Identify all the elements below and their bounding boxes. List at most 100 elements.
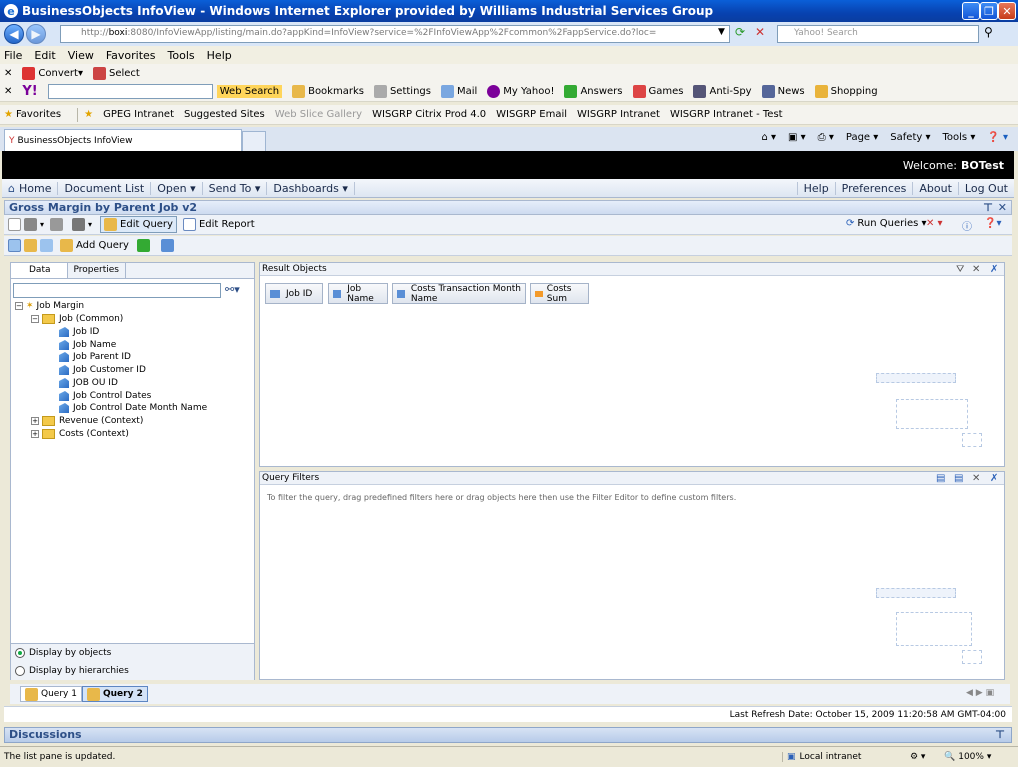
- object-search-input[interactable]: [13, 283, 221, 298]
- browser-tab[interactable]: Y BusinessObjects InfoView: [4, 129, 242, 151]
- expand-icon[interactable]: ⊤: [995, 728, 1005, 742]
- feeds-icon[interactable]: ▣ ▾: [788, 132, 806, 143]
- nav-home[interactable]: ⌂ Home: [2, 181, 59, 195]
- remove-all-icon[interactable]: ✗: [990, 264, 998, 276]
- fav-wisgrp-citrix[interactable]: WISGRP Citrix Prod 4.0: [372, 109, 486, 120]
- nav-send-to[interactable]: Send To ▾: [203, 181, 268, 195]
- tree-folder-job-common[interactable]: − Job (Common): [31, 313, 123, 325]
- fav-suggested-sites[interactable]: Suggested Sites: [184, 109, 265, 120]
- menu-help[interactable]: Help: [207, 49, 232, 62]
- cancel-query-icon[interactable]: ✕ ▾: [926, 218, 943, 229]
- yahoo-logo-icon[interactable]: Y!: [22, 84, 37, 99]
- result-chip-costs-month-name[interactable]: Costs Transaction Month Name: [392, 283, 526, 304]
- save-icon[interactable]: [24, 218, 37, 231]
- close-button[interactable]: ✕: [998, 2, 1016, 20]
- nav-dashboards[interactable]: Dashboards ▾: [267, 181, 355, 195]
- run-queries-button[interactable]: ⟳ Run Queries ▾: [846, 218, 927, 229]
- protected-mode-icon[interactable]: ⚙ ▾: [906, 752, 929, 762]
- nav-log-out[interactable]: Log Out: [957, 181, 1014, 195]
- shopping-button[interactable]: Shopping: [814, 85, 878, 98]
- nav-open[interactable]: Open ▾: [151, 181, 203, 195]
- forward-arrow-icon[interactable]: ▶: [26, 24, 46, 44]
- menu-favorites[interactable]: Favorites: [106, 49, 156, 62]
- collapse-icon[interactable]: −: [15, 302, 23, 310]
- tree-item-job-name[interactable]: Job Name: [59, 339, 116, 351]
- tree-item-job-control-date-month-name[interactable]: Job Control Date Month Name: [59, 402, 207, 414]
- stop-icon[interactable]: ✕: [755, 25, 765, 39]
- add-favorite-icon[interactable]: ★: [84, 109, 93, 120]
- nav-help[interactable]: Help: [796, 181, 835, 195]
- help-icon[interactable]: ❓ ▾: [987, 132, 1008, 143]
- toolbar-close-icon[interactable]: ✕: [4, 68, 12, 79]
- remove-icon[interactable]: ✕: [972, 473, 980, 485]
- print-icon[interactable]: [50, 218, 64, 231]
- tree-item-job-id[interactable]: Job ID: [59, 326, 99, 338]
- new-tab-button[interactable]: [242, 131, 266, 151]
- fav-wisgrp-intranet-test[interactable]: WISGRP Intranet - Test: [670, 109, 783, 120]
- tree-folder-revenue[interactable]: + Revenue (Context): [31, 415, 143, 427]
- chevron-down-icon[interactable]: ▼: [718, 27, 725, 37]
- tree-item-job-customer-id[interactable]: Job Customer ID: [59, 364, 146, 376]
- fav-gpeg-intranet[interactable]: GPEG Intranet: [103, 109, 174, 120]
- news-button[interactable]: News: [761, 85, 805, 98]
- fav-wisgrp-email[interactable]: WISGRP Email: [496, 109, 567, 120]
- result-chip-job-id[interactable]: Job ID: [265, 283, 323, 304]
- remove-icon[interactable]: ✕: [972, 264, 980, 276]
- anti-spy-button[interactable]: Anti-Spy: [693, 85, 752, 98]
- display-by-hierarchies-radio[interactable]: Display by hierarchies: [15, 666, 129, 676]
- yahoo-search-input[interactable]: Yahoo! Search: [777, 25, 979, 43]
- convert-button[interactable]: Convert ▾: [22, 67, 83, 80]
- menu-view[interactable]: View: [68, 49, 94, 62]
- select-button[interactable]: Select: [92, 67, 140, 80]
- chevron-down-icon[interactable]: ▾: [40, 220, 44, 229]
- favorites-button[interactable]: ★ Favorites: [4, 109, 61, 120]
- mail-button[interactable]: Mail: [440, 85, 477, 98]
- answers-button[interactable]: Answers: [564, 85, 623, 98]
- tree-item-job-ou-id[interactable]: JOB OU ID: [59, 377, 118, 389]
- discussions-bar[interactable]: Discussions ⊤: [4, 727, 1012, 743]
- result-objects-panel[interactable]: Result Objects ⛛ ✕ ✗ Job ID Job Name Cos…: [259, 262, 1005, 467]
- refresh-icon[interactable]: ⟳: [735, 25, 745, 39]
- add-query-button[interactable]: Add Query: [60, 239, 129, 252]
- tab-data[interactable]: Data: [11, 263, 68, 278]
- query-view-icon[interactable]: [8, 239, 21, 252]
- filter-icon[interactable]: ⛛: [956, 264, 964, 276]
- fav-wisgrp-intranet[interactable]: WISGRP Intranet: [577, 109, 660, 120]
- properties-icon[interactable]: [40, 239, 53, 252]
- export-icon[interactable]: [72, 218, 86, 231]
- yahoo-close-icon[interactable]: ✕: [4, 86, 12, 97]
- tab-scroll-icon[interactable]: ◀ ▶ ▣: [966, 688, 994, 698]
- menu-file[interactable]: File: [4, 49, 22, 62]
- tree-item-job-control-dates[interactable]: Job Control Dates: [59, 390, 151, 402]
- menu-tools[interactable]: Tools: [168, 49, 195, 62]
- chevron-down-icon[interactable]: ▾: [88, 220, 92, 229]
- tools-menu[interactable]: Tools ▾: [943, 132, 976, 143]
- settings-button[interactable]: Settings: [373, 85, 431, 98]
- edit-report-button[interactable]: Edit Report: [182, 218, 255, 231]
- result-chip-costs-sum[interactable]: Costs Sum: [530, 283, 589, 304]
- minimize-button[interactable]: _: [962, 2, 980, 20]
- combine-query-icon[interactable]: [136, 239, 150, 252]
- yahoo-toolbar-input[interactable]: [47, 84, 213, 99]
- result-chip-job-name[interactable]: Job Name: [328, 283, 388, 304]
- home-icon[interactable]: ⌂ ▾: [761, 132, 776, 143]
- query-panel-icon[interactable]: [24, 239, 37, 252]
- nav-document-list[interactable]: Document List: [58, 181, 152, 195]
- maximize-button[interactable]: ❐: [980, 2, 998, 20]
- tree-root[interactable]: − ✶ Job Margin: [15, 300, 84, 312]
- tree-item-job-parent-id[interactable]: Job Parent ID: [59, 351, 131, 363]
- search-icon[interactable]: ⚲: [984, 25, 993, 39]
- filter-editor-icon[interactable]: ▤: [954, 473, 963, 485]
- close-document-icon[interactable]: ✕: [998, 201, 1007, 214]
- page-menu[interactable]: Page ▾: [846, 132, 878, 143]
- nav-preferences[interactable]: Preferences: [834, 181, 913, 195]
- back-arrow-icon[interactable]: ◀: [4, 24, 24, 44]
- sql-icon[interactable]: [160, 239, 174, 252]
- new-icon[interactable]: [8, 218, 21, 231]
- address-input[interactable]: http://boxi:8080/InfoViewApp/listing/mai…: [60, 25, 730, 43]
- query-tab-1[interactable]: Query 1: [20, 686, 82, 702]
- expand-icon[interactable]: +: [31, 417, 39, 425]
- remove-all-icon[interactable]: ✗: [990, 473, 998, 485]
- print-icon[interactable]: ⎙ ▾: [818, 132, 834, 143]
- expand-icon[interactable]: +: [31, 430, 39, 438]
